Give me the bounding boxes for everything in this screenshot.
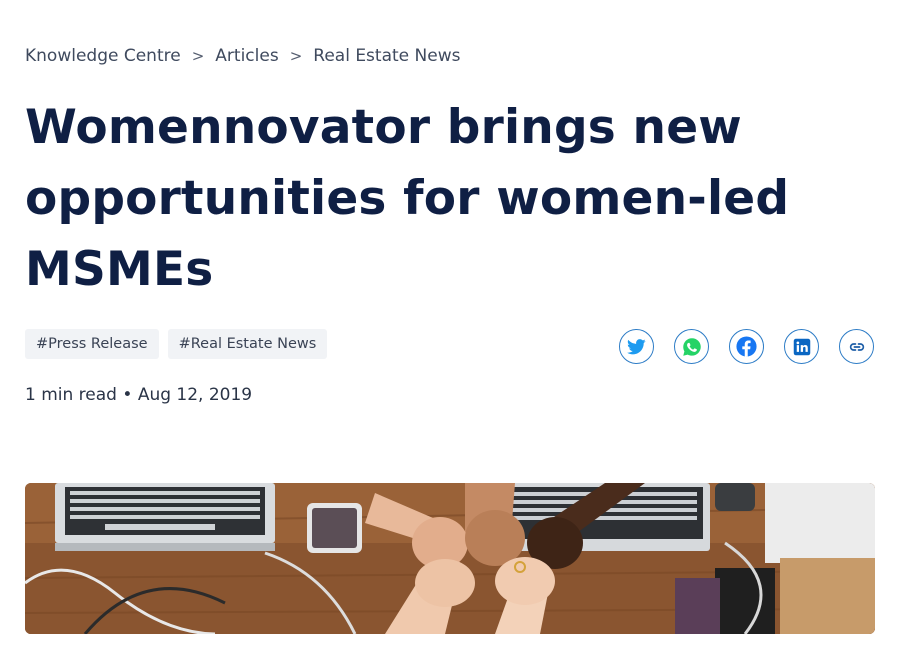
hero-image [25, 483, 875, 634]
breadcrumb-separator: > [289, 47, 303, 65]
share-bar [619, 329, 874, 364]
twitter-icon [627, 338, 646, 354]
linkedin-icon [793, 338, 810, 355]
title-line: opportunities for women-led [25, 171, 790, 226]
breadcrumb-articles[interactable]: Articles [215, 46, 278, 66]
facebook-icon [736, 336, 757, 357]
link-icon [849, 342, 864, 351]
tag-real-estate-news[interactable]: #Real Estate News [167, 329, 328, 359]
breadcrumb-separator: > [191, 47, 205, 65]
meta-bullet: • [122, 385, 133, 405]
teamwork-fist-bump-illustration [25, 483, 875, 634]
share-linkedin-button[interactable] [784, 329, 819, 364]
title-line: MSMEs [25, 242, 214, 297]
breadcrumb-knowledge-centre[interactable]: Knowledge Centre [25, 46, 181, 66]
breadcrumb: Knowledge Centre > Articles > Real Estat… [25, 46, 460, 66]
publish-date: Aug 12, 2019 [137, 385, 253, 405]
tag-list: #Press Release #Real Estate News [25, 329, 328, 359]
article-meta: 1 min read • Aug 12, 2019 [25, 385, 252, 405]
share-facebook-button[interactable] [729, 329, 764, 364]
breadcrumb-real-estate-news[interactable]: Real Estate News [313, 46, 460, 66]
share-twitter-button[interactable] [619, 329, 654, 364]
page-title: Womennovator brings new opportunities fo… [25, 92, 825, 305]
copy-link-button[interactable] [839, 329, 874, 364]
whatsapp-icon [682, 337, 701, 356]
tag-press-release[interactable]: #Press Release [25, 329, 159, 359]
read-time: 1 min read [25, 385, 117, 405]
title-line: Womennovator brings new [25, 100, 742, 155]
share-whatsapp-button[interactable] [674, 329, 709, 364]
